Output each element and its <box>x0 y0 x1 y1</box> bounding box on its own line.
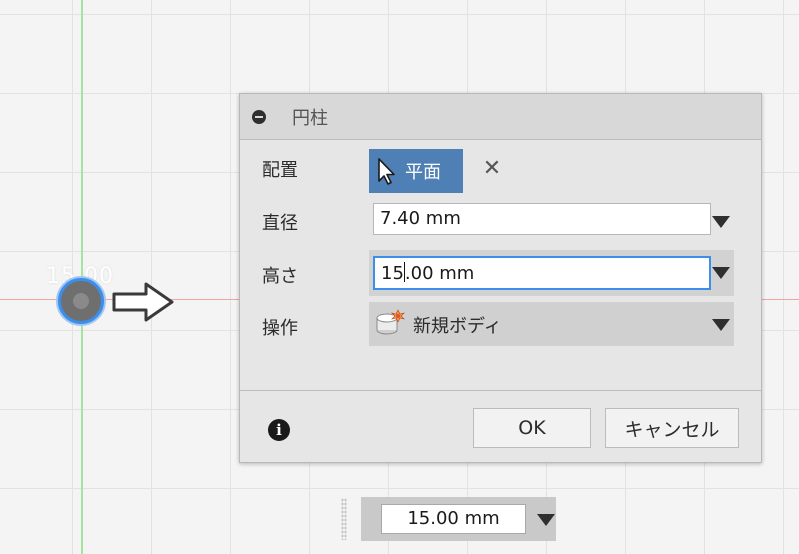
cursor-arrow-icon <box>378 158 395 185</box>
height-value-after-caret: .00 mm <box>404 263 475 284</box>
placement-row: 配置 平面 ✕ <box>240 144 761 193</box>
dialog-titlebar[interactable]: 円柱 <box>240 94 761 140</box>
new-body-icon <box>376 309 405 335</box>
height-dropdown-arrow-icon[interactable] <box>712 267 730 279</box>
select-plane-button[interactable]: 平面 <box>369 149 463 193</box>
height-input[interactable]: 15.00 mm <box>373 256 711 290</box>
operation-selected-label: 新規ボディ <box>413 316 502 337</box>
select-plane-label: 平面 <box>405 162 441 183</box>
diameter-row: 直径 7.40 mm <box>240 197 761 243</box>
diameter-input[interactable]: 7.40 mm <box>373 203 711 235</box>
move-arrow-icon[interactable] <box>110 280 176 324</box>
clear-selection-icon[interactable]: ✕ <box>480 157 504 181</box>
height-value-before-caret: 15 <box>381 263 404 284</box>
operation-dropdown-arrow-icon[interactable] <box>712 319 730 331</box>
collapse-icon[interactable] <box>252 109 266 124</box>
placement-label: 配置 <box>262 160 298 181</box>
diameter-dropdown-arrow-icon[interactable] <box>712 216 730 228</box>
info-icon[interactable]: i <box>268 419 290 441</box>
dialog-title: 円柱 <box>292 107 328 129</box>
height-label: 高さ <box>262 266 298 287</box>
footer-divider <box>240 390 761 391</box>
bottom-dimension-input[interactable]: 15.00 mm <box>381 504 526 534</box>
diameter-label: 直径 <box>262 213 298 234</box>
cylinder-dialog: 円柱 配置 平面 ✕ 直径 7.40 mm 高さ 15.00 mm 操作 新規ボ… <box>239 93 762 463</box>
cancel-button[interactable]: キャンセル <box>605 408 739 448</box>
ok-button[interactable]: OK <box>473 408 591 448</box>
height-row: 高さ 15.00 mm <box>240 250 761 296</box>
bottom-dimension-panel: 15.00 mm <box>361 497 556 541</box>
operation-label: 操作 <box>262 318 298 339</box>
bottom-dropdown-arrow-icon[interactable] <box>537 514 555 526</box>
bottom-input-grip[interactable] <box>341 498 347 540</box>
operation-select[interactable]: 新規ボディ <box>369 302 734 346</box>
cylinder-center-handle[interactable] <box>58 278 104 324</box>
